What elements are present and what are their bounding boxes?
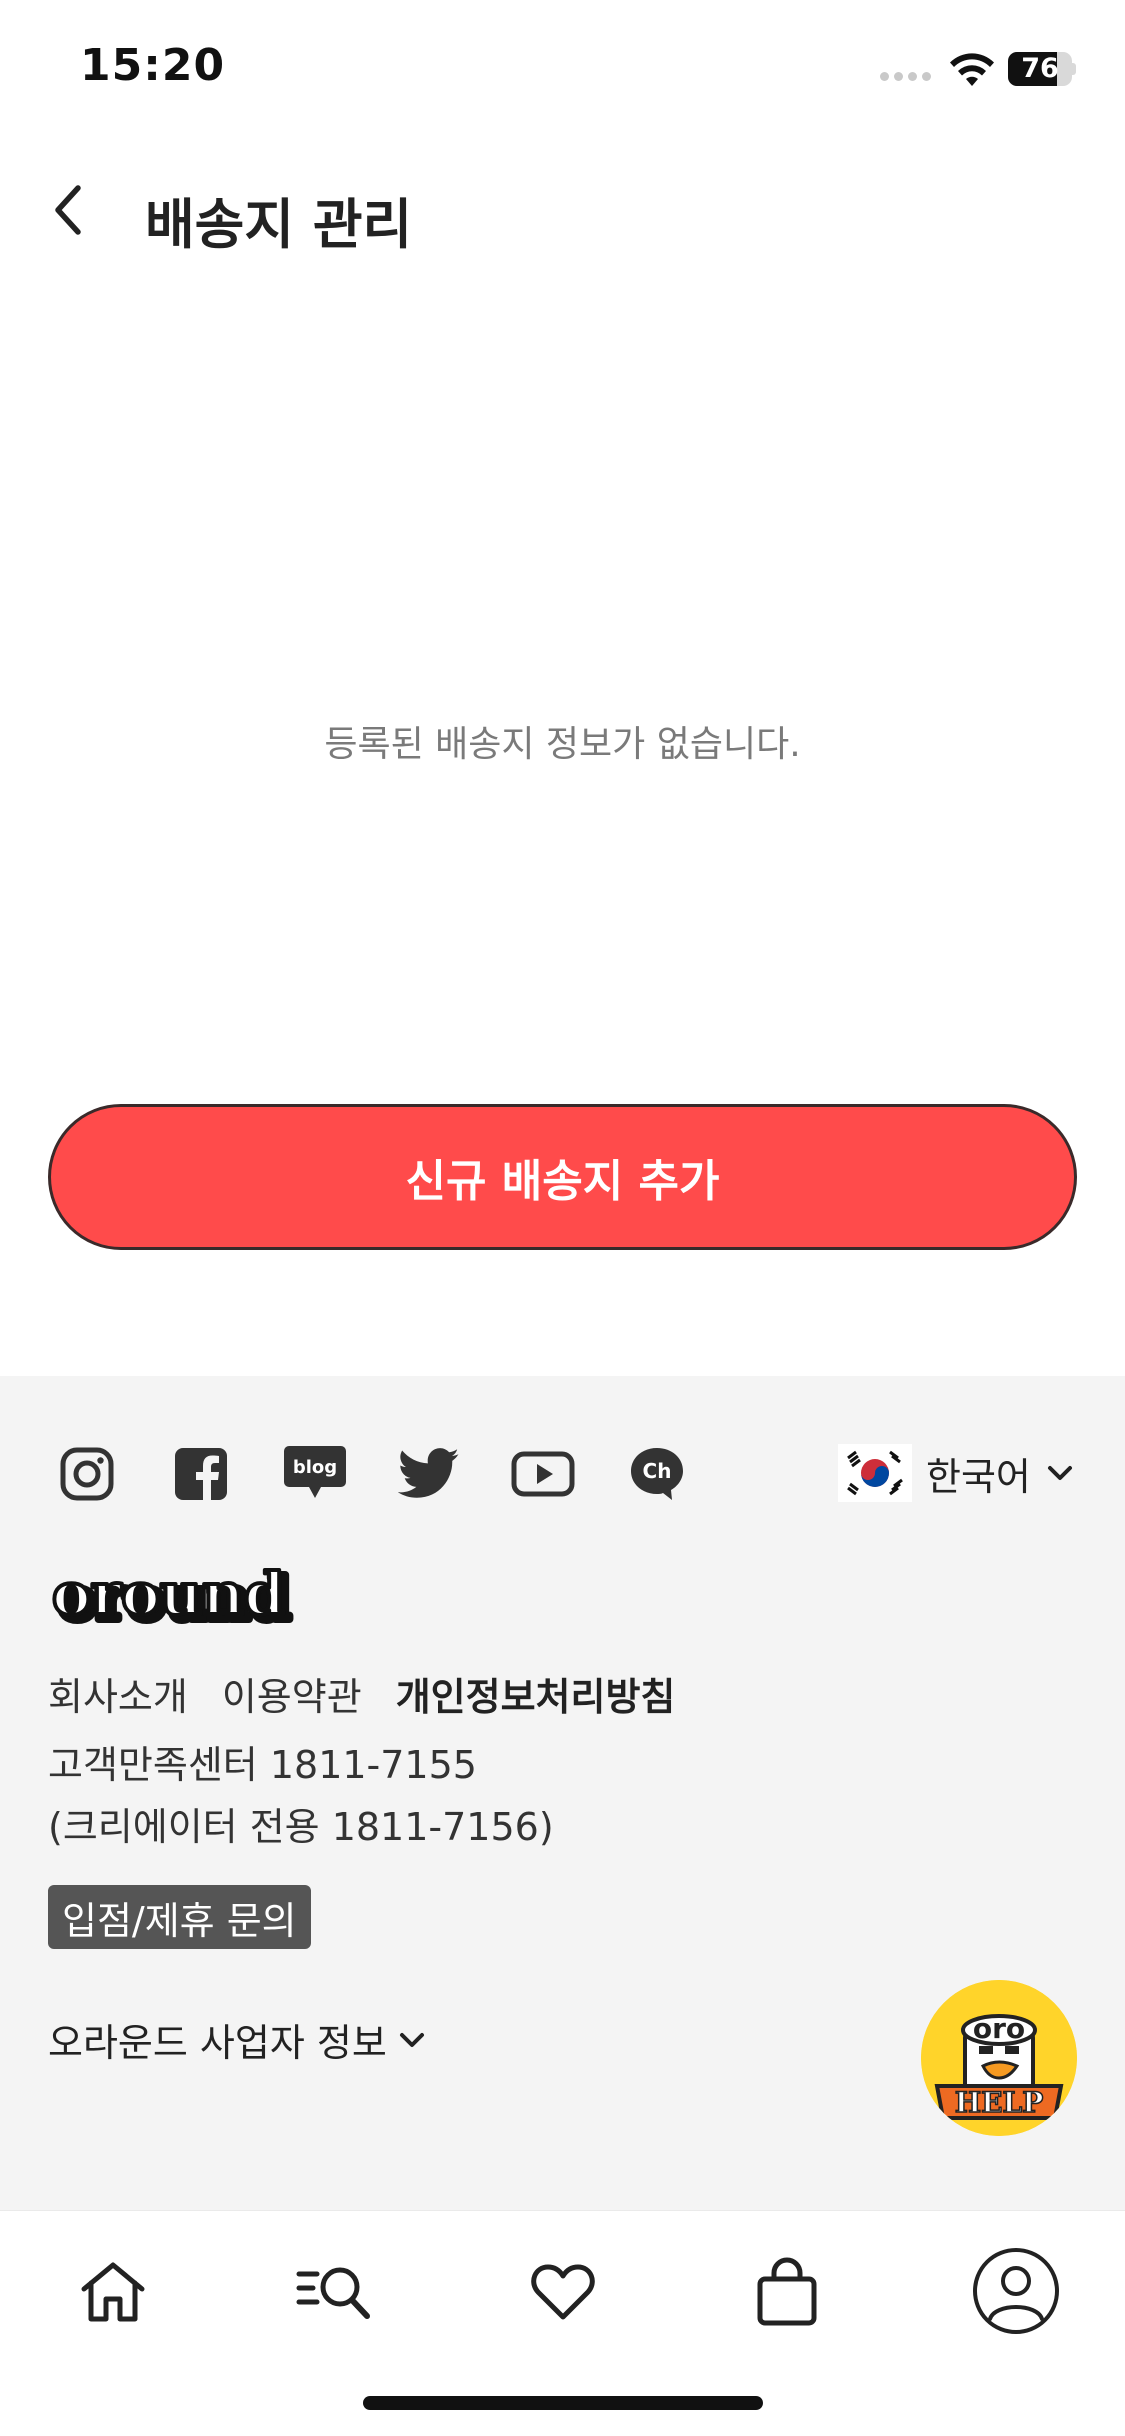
business-info-label: 오라운드 사업자 정보 — [48, 2021, 387, 2065]
company-link[interactable]: 회사소개 — [48, 1666, 188, 1721]
back-button[interactable] — [30, 172, 106, 248]
home-indicator — [363, 2396, 763, 2410]
empty-state-message: 등록된 배송지 정보가 없습니다. — [324, 724, 801, 765]
wifi-icon — [950, 53, 994, 86]
help-button[interactable]: oro HELP — [921, 1980, 1077, 2136]
help-top-text: oro — [973, 2012, 1025, 2045]
kakao-channel-icon[interactable]: Ch — [625, 1442, 689, 1506]
footer-links: 회사소개 이용약관 개인정보처리방침 — [48, 1666, 675, 1721]
nav-search[interactable] — [290, 2247, 380, 2337]
add-address-button[interactable]: 신규 배송지 추가 — [48, 1104, 1077, 1250]
status-bar: 15:20 76 — [0, 0, 1125, 135]
facebook-icon[interactable] — [169, 1442, 233, 1506]
oround-logo: oround oround — [50, 1564, 295, 1634]
customer-center-phone[interactable]: 고객만족센터 1811-7155 — [48, 1734, 477, 1789]
footer: blog Ch 한국어 oround oround 회사소개 이용약관 개인정보… — [0, 1376, 1125, 2210]
twitter-icon[interactable] — [397, 1442, 461, 1506]
home-icon — [81, 2262, 145, 2322]
language-select[interactable]: 한국어 — [838, 1440, 1075, 1506]
nav-home[interactable] — [68, 2247, 158, 2337]
help-mascot-icon: oro HELP — [921, 1980, 1077, 2136]
battery-icon: 76 — [1008, 52, 1076, 86]
header: 배송지 관리 — [0, 150, 1125, 270]
partnership-inquiry-button[interactable]: 입점/제휴 문의 — [48, 1885, 311, 1949]
korea-flag-icon — [838, 1444, 912, 1502]
profile-icon — [973, 2248, 1059, 2334]
chevron-down-icon — [399, 2032, 424, 2047]
shopping-bag-icon — [757, 2257, 817, 2326]
creator-phone[interactable]: (크리에이터 전용 1811-7156) — [48, 1796, 554, 1851]
status-time: 15:20 — [80, 40, 226, 91]
cellular-signal-icon — [880, 72, 931, 81]
language-label: 한국어 — [926, 1454, 1031, 1499]
battery-level: 76 — [1021, 53, 1059, 84]
instagram-icon[interactable] — [55, 1442, 119, 1506]
blog-icon[interactable]: blog — [283, 1442, 347, 1506]
terms-link[interactable]: 이용약관 — [222, 1666, 362, 1721]
privacy-link[interactable]: 개인정보처리방침 — [396, 1666, 676, 1721]
nav-wishlist[interactable] — [518, 2247, 608, 2337]
youtube-icon[interactable] — [511, 1442, 575, 1506]
heart-icon — [531, 2264, 595, 2320]
help-bottom-text: HELP — [955, 2086, 1044, 2119]
svg-text:oround: oround — [52, 1564, 285, 1628]
business-info-toggle[interactable]: 오라운드 사업자 정보 — [48, 2012, 427, 2067]
page-title: 배송지 관리 — [145, 193, 413, 256]
chevron-down-icon — [1047, 1466, 1072, 1480]
nav-cart[interactable] — [742, 2247, 832, 2337]
blog-icon-text: blog — [293, 1457, 337, 1478]
search-list-icon — [296, 2267, 370, 2319]
social-links: blog Ch — [55, 1442, 689, 1506]
nav-profile[interactable] — [966, 2241, 1066, 2341]
channel-icon-text: Ch — [643, 1459, 672, 1483]
chevron-left-icon — [55, 185, 81, 235]
